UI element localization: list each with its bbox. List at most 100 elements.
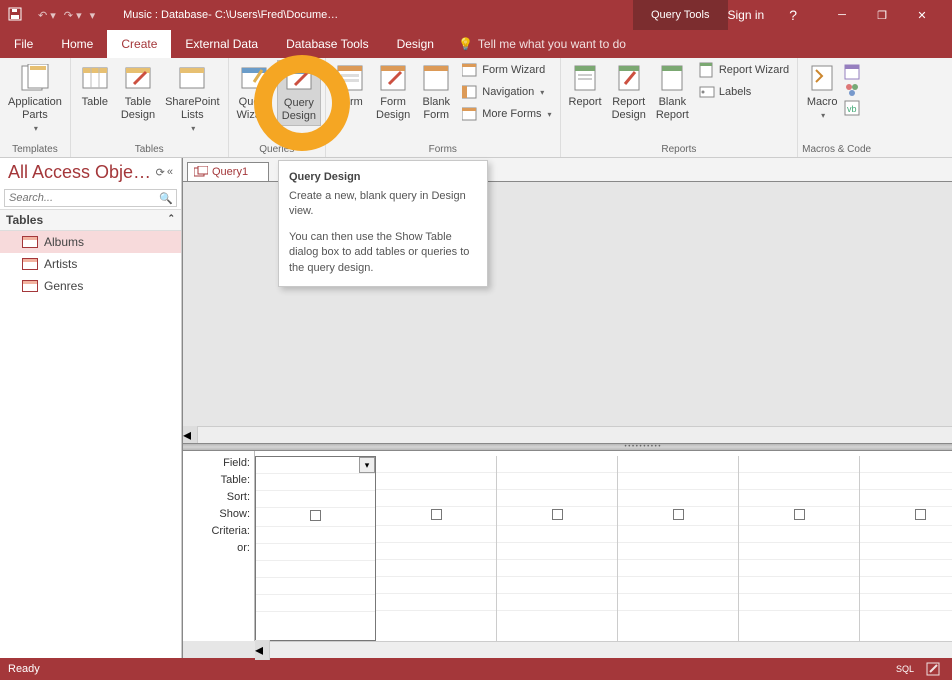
table-icon xyxy=(22,258,38,270)
nav-section-tables[interactable]: Tables ⌃ xyxy=(0,209,181,231)
title-bar: ↶ ▾ ↷ ▾ ▾ Music : Database- C:\Users\Fre… xyxy=(0,0,952,30)
tooltip-query-design: Query Design Create a new, blank query i… xyxy=(278,160,488,287)
qbe-column[interactable] xyxy=(376,456,497,641)
nav-item-genres[interactable]: Genres xyxy=(0,275,181,297)
tab-file[interactable]: File xyxy=(0,30,47,58)
visual-basic-icon[interactable]: vb xyxy=(844,100,860,116)
sharepoint-lists-button[interactable]: SharePoint Lists xyxy=(161,60,223,138)
checkbox[interactable] xyxy=(552,509,563,520)
table-icon xyxy=(22,236,38,248)
report-button[interactable]: Report xyxy=(565,60,606,111)
nav-search: 🔍 xyxy=(4,189,177,207)
maximize-button[interactable]: ❐ xyxy=(862,0,902,30)
more-forms-button[interactable]: More Forms xyxy=(458,104,555,124)
blank-form-button[interactable]: Blank Form xyxy=(416,60,456,124)
form-wizard-button[interactable]: Form Wizard xyxy=(458,60,555,80)
scroll-left-button[interactable]: ◂ xyxy=(183,425,198,445)
ribbon-group-label: Forms xyxy=(330,142,556,157)
checkbox[interactable] xyxy=(794,509,805,520)
blank-form-icon xyxy=(420,62,452,94)
qbe-label-criteria: Criteria: xyxy=(183,525,254,542)
search-icon[interactable]: 🔍 xyxy=(156,190,176,206)
blank-report-button[interactable]: Blank Report xyxy=(652,60,693,124)
labels-button[interactable]: Labels xyxy=(695,82,793,102)
navigation-button[interactable]: Navigation xyxy=(458,82,555,102)
blank-report-icon xyxy=(656,62,688,94)
form-button[interactable]: Form xyxy=(330,60,370,111)
macro-button[interactable]: Macro xyxy=(802,60,842,124)
ribbon-group-reports: Report Report Design Blank Report Report… xyxy=(561,58,799,157)
tab-home[interactable]: Home xyxy=(47,30,107,58)
svg-text:vb: vb xyxy=(847,104,857,114)
qat-customize-icon[interactable]: ▾ xyxy=(90,9,96,22)
ribbon: Application Parts Templates Table Table … xyxy=(0,58,952,158)
class-module-icon[interactable] xyxy=(844,82,860,98)
qbe-field-cell[interactable]: ▾ xyxy=(256,457,375,474)
nav-search-input[interactable] xyxy=(5,190,156,206)
form-wizard-icon xyxy=(462,62,478,78)
tab-database-tools[interactable]: Database Tools xyxy=(272,30,383,58)
nav-pane-header[interactable]: All Access Obje… ⟳ « xyxy=(0,158,181,187)
tab-external-data[interactable]: External Data xyxy=(171,30,272,58)
report-wizard-button[interactable]: Report Wizard xyxy=(695,60,793,80)
upper-horizontal-scrollbar[interactable]: ◂ ▸ xyxy=(183,426,952,443)
form-design-button[interactable]: Form Design xyxy=(372,60,414,124)
qbe-columns: ▾ xyxy=(255,451,952,641)
report-wizard-icon xyxy=(699,62,715,78)
qbe-column[interactable] xyxy=(618,456,739,641)
qbe-label-sort: Sort: xyxy=(183,491,254,508)
checkbox[interactable] xyxy=(673,509,684,520)
tell-me-search[interactable]: 💡 Tell me what you want to do xyxy=(448,30,626,58)
undo-icon[interactable]: ↶ ▾ xyxy=(38,9,56,22)
qbe-show-cell[interactable] xyxy=(256,510,375,527)
qbe-or-cell[interactable] xyxy=(256,544,375,561)
qbe-column[interactable] xyxy=(860,456,952,641)
table-button[interactable]: Table xyxy=(75,60,115,111)
application-parts-button[interactable]: Application Parts xyxy=(4,60,66,138)
sign-in-link[interactable]: Sign in xyxy=(728,8,765,22)
tooltip-title: Query Design xyxy=(289,171,477,183)
module-icon[interactable] xyxy=(844,64,860,80)
qbe-sort-cell[interactable] xyxy=(256,491,375,508)
close-button[interactable]: ✕ xyxy=(902,0,942,30)
form-design-icon xyxy=(377,62,409,94)
help-icon[interactable]: ? xyxy=(789,7,797,23)
checkbox[interactable] xyxy=(431,509,442,520)
qbe-label-table: Table: xyxy=(183,474,254,491)
checkbox[interactable] xyxy=(310,510,321,521)
nav-item-artists[interactable]: Artists xyxy=(0,253,181,275)
qbe-table-cell[interactable] xyxy=(256,474,375,491)
nav-collapse-icon[interactable]: « xyxy=(167,166,173,179)
design-view-button[interactable] xyxy=(922,660,944,678)
context-tab-query-tools: Query Tools xyxy=(633,0,728,30)
sql-view-button[interactable]: SQL xyxy=(896,664,914,674)
table-design-button[interactable]: Table Design xyxy=(117,60,159,124)
scroll-left-button[interactable]: ◂ xyxy=(255,640,270,660)
qbe-column[interactable] xyxy=(497,456,618,641)
ribbon-group-label: Macros & Code xyxy=(802,142,871,157)
tab-create[interactable]: Create xyxy=(107,30,171,58)
tab-design[interactable]: Design xyxy=(383,30,448,58)
nav-refresh-icon[interactable]: ⟳ xyxy=(156,166,165,179)
minimize-button[interactable]: ─ xyxy=(822,0,862,30)
nav-item-albums[interactable]: Albums xyxy=(0,231,181,253)
qbe-column[interactable]: ▾ xyxy=(255,456,376,641)
redo-icon[interactable]: ↷ ▾ xyxy=(64,9,82,22)
qbe-criteria-cell[interactable] xyxy=(256,527,375,544)
more-forms-icon xyxy=(462,106,478,122)
checkbox[interactable] xyxy=(915,509,926,520)
report-design-button[interactable]: Report Design xyxy=(608,60,650,124)
query-design-button[interactable]: Query Design xyxy=(277,60,321,126)
grid-horizontal-scrollbar[interactable]: ◂ ▸ xyxy=(255,641,952,658)
lightbulb-icon: 💡 xyxy=(458,37,473,51)
ribbon-group-templates: Application Parts Templates xyxy=(0,58,71,157)
navigation-pane: All Access Obje… ⟳ « 🔍 Tables ⌃ Albums A… xyxy=(0,158,182,658)
qbe-label-or: or: xyxy=(183,542,254,559)
qbe-column[interactable] xyxy=(739,456,860,641)
dropdown-icon[interactable]: ▾ xyxy=(359,457,375,473)
pane-splitter[interactable]: • • • • • • • • • • xyxy=(183,443,952,451)
query-wizard-button[interactable]: Query Wizard xyxy=(233,60,275,124)
save-icon[interactable] xyxy=(0,7,30,24)
tell-me-label: Tell me what you want to do xyxy=(478,37,626,51)
document-tab-query1[interactable]: Query1 xyxy=(187,162,269,181)
